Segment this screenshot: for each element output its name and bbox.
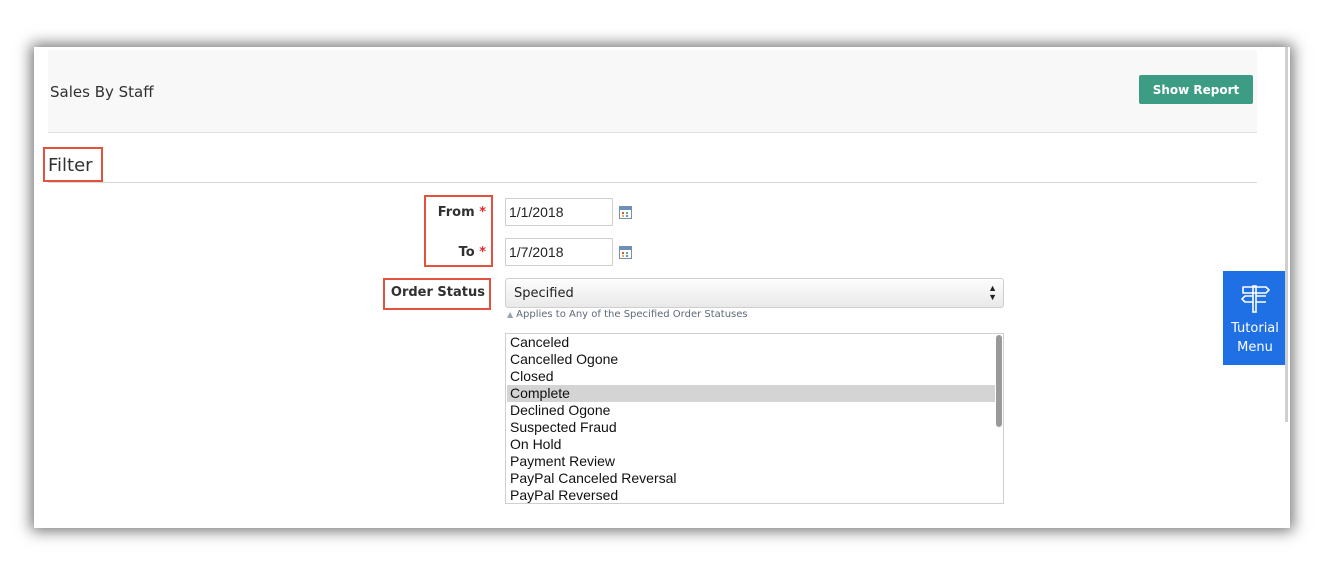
tutorial-label-line2: Menu — [1237, 340, 1273, 355]
report-window: Sales By Staff Show Report Filter From *… — [34, 47, 1290, 528]
page-scrollbar[interactable] — [1285, 47, 1288, 422]
list-item[interactable]: Payment Review — [507, 453, 995, 470]
signpost-icon — [1241, 285, 1270, 313]
order-status-hint-text: Applies to Any of the Specified Order St… — [516, 309, 748, 320]
listbox-scrollbar[interactable] — [996, 335, 1002, 427]
filter-title-highlight — [43, 147, 103, 182]
order-status-listbox[interactable]: Canceled Cancelled Ogone Closed Complete… — [505, 333, 1004, 504]
order-status-selected-value: Specified — [514, 286, 574, 301]
calendar-icon[interactable] — [619, 246, 632, 259]
page-title: Sales By Staff — [50, 83, 154, 101]
list-item[interactable]: Cancelled Ogone — [507, 351, 995, 368]
order-status-hint: ▲ Applies to Any of the Specified Order S… — [507, 309, 748, 320]
to-label-text: To — [458, 245, 475, 260]
list-item[interactable]: PayPal Reversed — [507, 487, 995, 503]
list-item[interactable]: Closed — [507, 368, 995, 385]
list-item[interactable]: On Hold — [507, 436, 995, 453]
list-item[interactable]: Suspected Fraud — [507, 419, 995, 436]
report-header: Sales By Staff Show Report — [48, 50, 1257, 133]
list-item[interactable]: Declined Ogone — [507, 402, 995, 419]
filter-divider — [48, 182, 1257, 183]
from-date-input[interactable] — [505, 198, 613, 226]
tutorial-menu-button[interactable]: Tutorial Menu — [1223, 271, 1287, 365]
from-label: From * — [430, 205, 486, 220]
required-marker: * — [479, 205, 486, 220]
tutorial-label: Tutorial Menu — [1223, 319, 1287, 357]
show-report-button[interactable]: Show Report — [1139, 75, 1253, 104]
order-status-select[interactable]: Specified ▲ ▼ — [505, 278, 1004, 308]
select-arrows-icon: ▲ ▼ — [988, 283, 997, 302]
to-label: To * — [430, 245, 486, 260]
list-item[interactable]: PayPal Canceled Reversal — [507, 470, 995, 487]
order-status-label: Order Status — [390, 285, 485, 300]
to-date-input[interactable] — [505, 238, 613, 266]
tutorial-label-line1: Tutorial — [1231, 321, 1279, 336]
required-marker: * — [479, 245, 486, 260]
list-item[interactable]: Canceled — [507, 334, 995, 351]
hint-triangle-icon: ▲ — [507, 310, 514, 319]
list-item[interactable]: Complete — [507, 385, 995, 402]
from-label-text: From — [437, 205, 475, 220]
calendar-icon[interactable] — [619, 206, 632, 219]
